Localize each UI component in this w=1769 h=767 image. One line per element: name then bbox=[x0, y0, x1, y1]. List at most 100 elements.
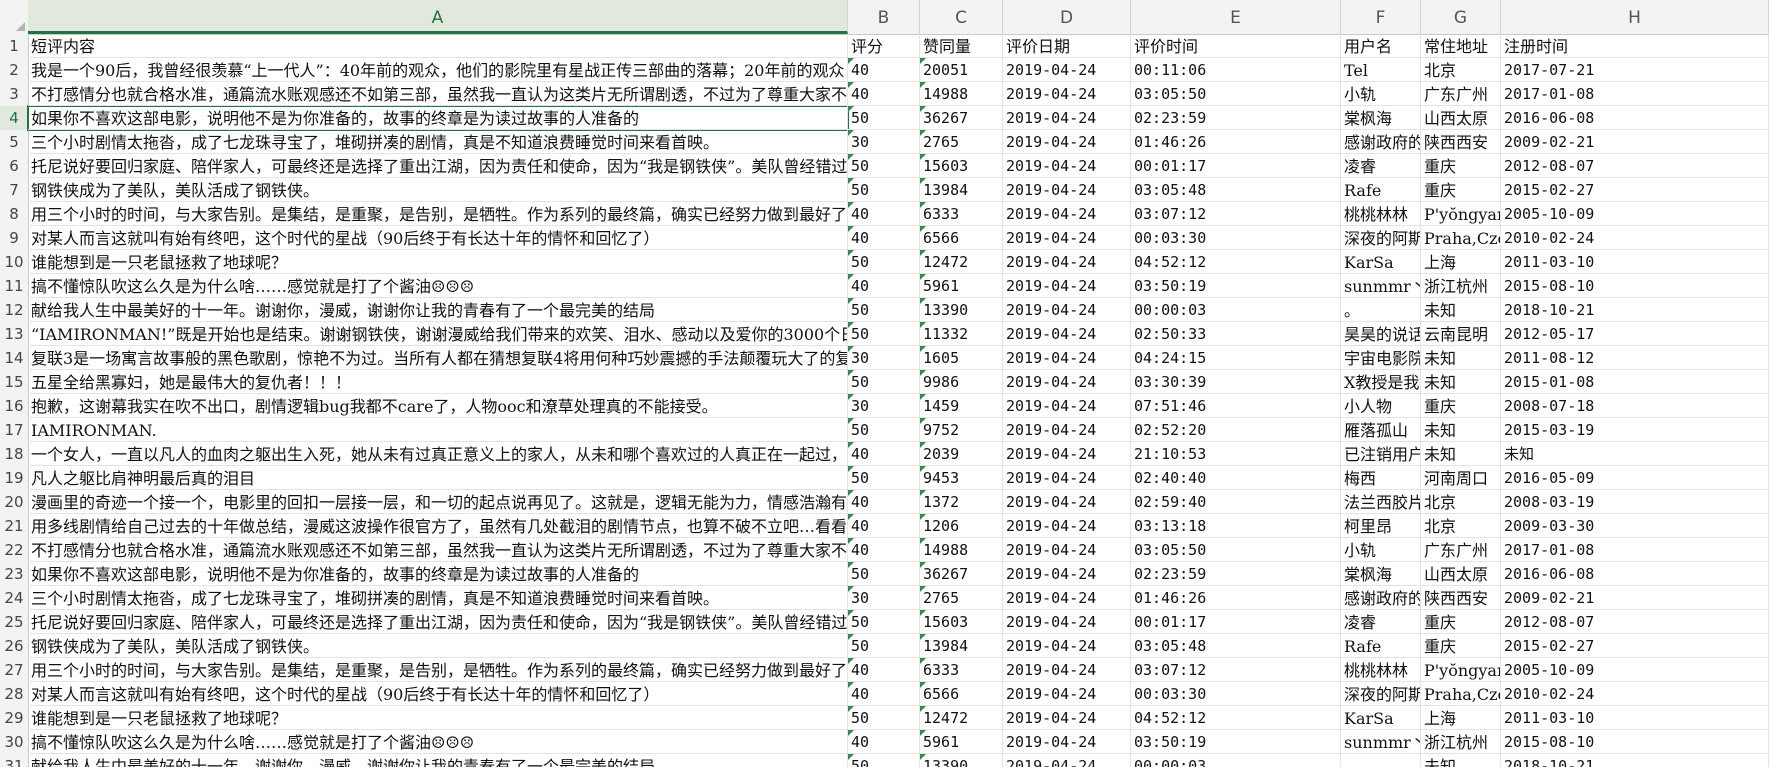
cell-a[interactable]: 对某人而言这就叫有始有终吧，这个时代的星战（90后终于有长达十年的情怀和回忆了） bbox=[28, 682, 848, 706]
cell-c[interactable]: 36267 bbox=[920, 562, 1003, 586]
cell-c[interactable]: 1459 bbox=[920, 394, 1003, 418]
cell-e[interactable]: 02:23:59 bbox=[1131, 562, 1341, 586]
cell-b[interactable]: 40 bbox=[848, 226, 920, 250]
cell-g[interactable]: 重庆 bbox=[1421, 394, 1501, 418]
cell-a[interactable]: “IAMIRONMAN!”既是开始也是结束。谢谢钢铁侠，谢谢漫威给我们带来的欢笑… bbox=[28, 322, 848, 346]
cell-e[interactable]: 04:24:15 bbox=[1131, 346, 1341, 370]
cell-d[interactable]: 2019-04-24 bbox=[1003, 538, 1131, 562]
cell-c[interactable]: 9752 bbox=[920, 418, 1003, 442]
cell-d[interactable]: 2019-04-24 bbox=[1003, 370, 1131, 394]
cell-b[interactable]: 50 bbox=[848, 562, 920, 586]
select-all-corner[interactable] bbox=[0, 0, 29, 34]
cell-d[interactable]: 2019-04-24 bbox=[1003, 82, 1131, 106]
cell-e[interactable]: 03:50:19 bbox=[1131, 274, 1341, 298]
cell-b[interactable]: 30 bbox=[848, 394, 920, 418]
cell-a[interactable]: IAMIRONMAN. bbox=[28, 418, 848, 442]
row-header[interactable]: 31 bbox=[0, 754, 28, 767]
cell-h[interactable]: 2016-05-09 bbox=[1501, 466, 1769, 490]
row-header[interactable]: 22 bbox=[0, 538, 28, 562]
cell-e[interactable]: 02:50:33 bbox=[1131, 322, 1341, 346]
cell-d[interactable]: 2019-04-24 bbox=[1003, 106, 1131, 130]
cell-f[interactable]: Rafe bbox=[1341, 634, 1421, 658]
cell-g[interactable]: Praha,Czech bbox=[1421, 682, 1501, 706]
cell-f[interactable]: 感谢政府的 bbox=[1341, 130, 1421, 154]
cell-a[interactable]: 复联3是一场寓言故事般的黑色歌剧，惊艳不为过。当所有人都在猜想复联4将用何种巧妙… bbox=[28, 346, 848, 370]
cell-b[interactable]: 30 bbox=[848, 586, 920, 610]
cell-d[interactable]: 2019-04-24 bbox=[1003, 298, 1131, 322]
cell-h[interactable]: 2009-02-21 bbox=[1501, 586, 1769, 610]
cell-d[interactable]: 2019-04-24 bbox=[1003, 490, 1131, 514]
cell-h[interactable]: 2011-08-12 bbox=[1501, 346, 1769, 370]
cell-h[interactable]: 2016-06-08 bbox=[1501, 106, 1769, 130]
cell-e[interactable]: 00:01:17 bbox=[1131, 610, 1341, 634]
cell-b[interactable]: 40 bbox=[848, 538, 920, 562]
cell-e[interactable]: 00:11:06 bbox=[1131, 58, 1341, 82]
cell-h[interactable]: 2011-03-10 bbox=[1501, 250, 1769, 274]
cell-f[interactable]: 。 bbox=[1341, 754, 1421, 767]
cell-h[interactable]: 2005-10-09 bbox=[1501, 658, 1769, 682]
cell-g[interactable]: P'yŏngyang bbox=[1421, 202, 1501, 226]
cell-d[interactable]: 2019-04-24 bbox=[1003, 130, 1131, 154]
cell-d[interactable]: 2019-04-24 bbox=[1003, 178, 1131, 202]
cell-a[interactable]: 用三个小时的时间，与大家告别。是集结，是重聚，是告别，是牺牲。作为系列的最终篇，… bbox=[28, 202, 848, 226]
cell-e[interactable]: 00:03:30 bbox=[1131, 682, 1341, 706]
cell-g[interactable]: 陕西西安 bbox=[1421, 586, 1501, 610]
column-header-g[interactable]: G bbox=[1421, 0, 1501, 34]
cell-h[interactable]: 2005-10-09 bbox=[1501, 202, 1769, 226]
cell-e[interactable]: 21:10:53 bbox=[1131, 442, 1341, 466]
cell-b[interactable]: 50 bbox=[848, 298, 920, 322]
cell-h[interactable]: 2015-01-08 bbox=[1501, 370, 1769, 394]
row-header[interactable]: 29 bbox=[0, 706, 28, 730]
cell-b[interactable]: 50 bbox=[848, 370, 920, 394]
cell-h[interactable]: 2012-05-17 bbox=[1501, 322, 1769, 346]
row-header[interactable]: 30 bbox=[0, 730, 28, 754]
cell-e[interactable]: 03:05:50 bbox=[1131, 538, 1341, 562]
cell-e[interactable]: 00:03:30 bbox=[1131, 226, 1341, 250]
cell-d[interactable]: 2019-04-24 bbox=[1003, 226, 1131, 250]
row-header[interactable]: 19 bbox=[0, 466, 28, 490]
column-header-e[interactable]: E bbox=[1131, 0, 1341, 34]
cell-h[interactable]: 2018-10-21 bbox=[1501, 754, 1769, 767]
cell-d[interactable]: 2019-04-24 bbox=[1003, 514, 1131, 538]
cell-d[interactable]: 2019-04-24 bbox=[1003, 58, 1131, 82]
cell-g[interactable]: 常住地址 bbox=[1421, 34, 1501, 58]
cell-d[interactable]: 2019-04-24 bbox=[1003, 274, 1131, 298]
cell-e[interactable]: 03:50:19 bbox=[1131, 730, 1341, 754]
cell-h[interactable]: 2009-03-30 bbox=[1501, 514, 1769, 538]
cell-d[interactable]: 2019-04-24 bbox=[1003, 634, 1131, 658]
cell-d[interactable]: 2019-04-24 bbox=[1003, 154, 1131, 178]
cell-d[interactable]: 2019-04-24 bbox=[1003, 418, 1131, 442]
cell-b[interactable]: 40 bbox=[848, 58, 920, 82]
cell-a[interactable]: 短评内容 bbox=[28, 34, 848, 58]
cell-a[interactable]: 用三个小时的时间，与大家告别。是集结，是重聚，是告别，是牺牲。作为系列的最终篇，… bbox=[28, 658, 848, 682]
cell-c[interactable]: 6333 bbox=[920, 202, 1003, 226]
row-header[interactable]: 23 bbox=[0, 562, 28, 586]
cell-f[interactable]: 小人物 bbox=[1341, 394, 1421, 418]
cell-b[interactable]: 40 bbox=[848, 82, 920, 106]
row-header[interactable]: 13 bbox=[0, 322, 28, 346]
cell-g[interactable]: 山西太原 bbox=[1421, 562, 1501, 586]
row-header[interactable]: 2 bbox=[0, 58, 28, 82]
cell-b[interactable]: 50 bbox=[848, 322, 920, 346]
cell-d[interactable]: 2019-04-24 bbox=[1003, 658, 1131, 682]
row-header[interactable]: 24 bbox=[0, 586, 28, 610]
cell-h[interactable]: 2017-07-21 bbox=[1501, 58, 1769, 82]
row-header[interactable]: 18 bbox=[0, 442, 28, 466]
cell-a[interactable]: 不打感情分也就合格水准，通篇流水账观感还不如第三部，虽然我一直认为这类片无所谓剧… bbox=[28, 538, 848, 562]
cell-a[interactable]: 谁能想到是一只老鼠拯救了地球呢？ bbox=[28, 706, 848, 730]
cell-a[interactable]: 搞不懂惊队吹这么久是为什么啥……感觉就是打了个酱油☹☹☹ bbox=[28, 274, 848, 298]
cell-g[interactable]: 未知 bbox=[1421, 754, 1501, 767]
cell-f[interactable]: 雁落孤山 bbox=[1341, 418, 1421, 442]
cell-b[interactable]: 50 bbox=[848, 610, 920, 634]
row-header[interactable]: 8 bbox=[0, 202, 28, 226]
cell-e[interactable]: 03:05:48 bbox=[1131, 634, 1341, 658]
cell-h[interactable]: 2015-08-10 bbox=[1501, 730, 1769, 754]
cell-c[interactable]: 14988 bbox=[920, 538, 1003, 562]
cell-b[interactable]: 30 bbox=[848, 130, 920, 154]
cell-g[interactable]: 上海 bbox=[1421, 706, 1501, 730]
cell-d[interactable]: 2019-04-24 bbox=[1003, 250, 1131, 274]
cell-f[interactable]: 已注销用户 bbox=[1341, 442, 1421, 466]
cell-c[interactable]: 12472 bbox=[920, 706, 1003, 730]
cell-c[interactable]: 13390 bbox=[920, 754, 1003, 767]
cell-g[interactable]: 河南周口 bbox=[1421, 466, 1501, 490]
